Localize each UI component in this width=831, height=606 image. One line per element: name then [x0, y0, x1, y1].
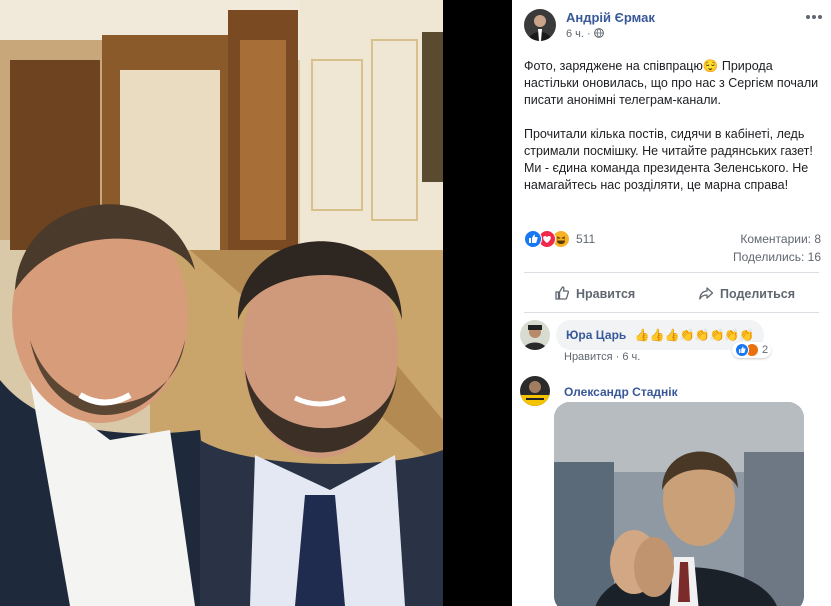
shares-count[interactable]: Поделились: 16	[733, 250, 821, 264]
comment-meta: Нравится · 6 ч.	[564, 351, 640, 363]
commenter-name[interactable]: Юра Царь	[566, 328, 626, 342]
author-avatar[interactable]	[524, 9, 556, 41]
globe-icon	[593, 28, 604, 40]
post-panel: Андрій Єрмак 6 ч. · Фото, заряджене на с…	[512, 0, 831, 606]
reactions-count[interactable]: 511	[576, 232, 595, 246]
comment-bubble: Олександр Стаднік	[564, 383, 678, 401]
share-icon	[698, 285, 720, 304]
share-button[interactable]: Поделиться	[698, 284, 795, 304]
post-header: Андрій Єрмак 6 ч. ·	[512, 0, 831, 44]
comment-like-button[interactable]: Нравится	[564, 351, 613, 363]
like-reaction-icon	[735, 343, 749, 357]
divider	[524, 312, 819, 313]
comment-reactions-count: 2	[762, 344, 769, 356]
like-icon	[554, 285, 576, 304]
comment-reactions[interactable]: 2	[732, 342, 772, 358]
post-meta: 6 ч. ·	[566, 28, 604, 40]
post-text: Фото, заряджене на співпрацю😌 Природа на…	[524, 59, 819, 192]
like-label: Нравится	[576, 287, 636, 301]
share-label: Поделиться	[720, 287, 796, 301]
reaction-summary[interactable]: 511	[524, 229, 595, 249]
comments-count[interactable]: Коментарии: 8	[740, 232, 821, 246]
divider	[524, 272, 819, 273]
comment-text: 👍👍👍👏👏👏👏👏	[634, 328, 755, 342]
like-button[interactable]: Нравится	[554, 284, 635, 304]
post-photo[interactable]	[0, 0, 443, 606]
like-reaction-icon	[524, 230, 542, 248]
dot-separator: ·	[587, 28, 594, 40]
commenter-avatar[interactable]	[520, 376, 550, 406]
more-icon[interactable]	[803, 9, 825, 25]
comment-time[interactable]: 6 ч.	[622, 351, 640, 363]
commenter-name[interactable]: Олександр Стаднік	[564, 385, 678, 399]
author-name[interactable]: Андрій Єрмак	[566, 10, 655, 25]
commenter-avatar[interactable]	[520, 320, 550, 350]
post-time[interactable]: 6 ч.	[566, 28, 584, 40]
comment-gif[interactable]	[554, 402, 804, 606]
